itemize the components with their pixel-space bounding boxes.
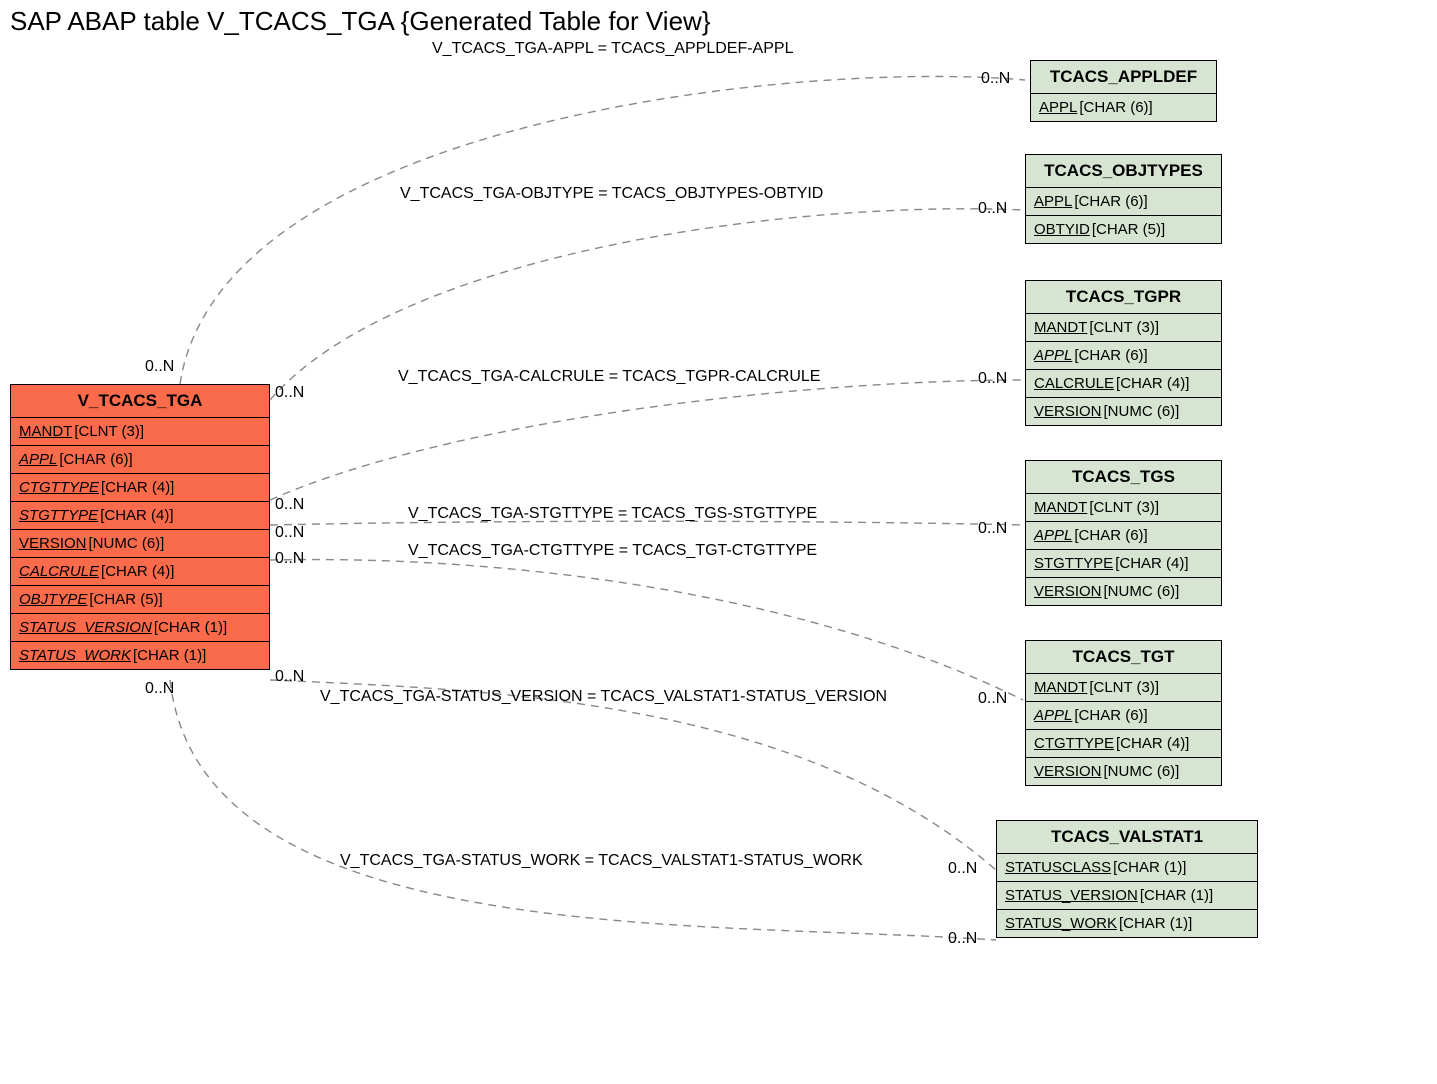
table-row: APPL[CHAR (6)] xyxy=(1026,342,1221,370)
table-row: VERSION[NUMC (6)] xyxy=(11,530,269,558)
cardinality-label: 0..N xyxy=(981,70,1010,88)
entity-tcacs-tgs: TCACS_TGS MANDT[CLNT (3)] APPL[CHAR (6)]… xyxy=(1025,460,1222,606)
table-row: STATUSCLASS[CHAR (1)] xyxy=(997,854,1257,882)
entity-tcacs-appldef: TCACS_APPLDEF APPL[CHAR (6)] xyxy=(1030,60,1217,122)
cardinality-label: 0..N xyxy=(275,668,304,686)
table-row: APPL[CHAR (6)] xyxy=(1026,702,1221,730)
cardinality-label: 0..N xyxy=(275,524,304,542)
table-row: STATUS_VERSION[CHAR (1)] xyxy=(997,882,1257,910)
cardinality-label: 0..N xyxy=(275,550,304,568)
table-row: STATUS_WORK[CHAR (1)] xyxy=(997,910,1257,937)
entity-tcacs-valstat1: TCACS_VALSTAT1 STATUSCLASS[CHAR (1)] STA… xyxy=(996,820,1258,938)
cardinality-label: 0..N xyxy=(948,930,977,948)
table-row: APPL[CHAR (6)] xyxy=(1026,522,1221,550)
table-row: MANDT[CLNT (3)] xyxy=(11,418,269,446)
table-row: OBJTYPE[CHAR (5)] xyxy=(11,586,269,614)
entity-tcacs-tgpr: TCACS_TGPR MANDT[CLNT (3)] APPL[CHAR (6)… xyxy=(1025,280,1222,426)
cardinality-label: 0..N xyxy=(145,358,174,376)
relation-label: V_TCACS_TGA-STATUS_WORK = TCACS_VALSTAT1… xyxy=(340,852,863,870)
relation-label: V_TCACS_TGA-OBJTYPE = TCACS_OBJTYPES-OBT… xyxy=(400,185,823,203)
table-row: STATUS_VERSION[CHAR (1)] xyxy=(11,614,269,642)
entity-tcacs-objtypes: TCACS_OBJTYPES APPL[CHAR (6)] OBTYID[CHA… xyxy=(1025,154,1222,244)
entity-header: V_TCACS_TGA xyxy=(11,385,269,418)
cardinality-label: 0..N xyxy=(275,384,304,402)
table-row: STATUS_WORK[CHAR (1)] xyxy=(11,642,269,669)
table-row: APPL[CHAR (6)] xyxy=(11,446,269,474)
cardinality-label: 0..N xyxy=(948,860,977,878)
relation-label: V_TCACS_TGA-CTGTTYPE = TCACS_TGT-CTGTTYP… xyxy=(408,542,817,560)
entity-header: TCACS_APPLDEF xyxy=(1031,61,1216,94)
entity-header: TCACS_TGPR xyxy=(1026,281,1221,314)
table-row: VERSION[NUMC (6)] xyxy=(1026,578,1221,605)
relation-label: V_TCACS_TGA-STGTTYPE = TCACS_TGS-STGTTYP… xyxy=(408,505,817,523)
table-row: MANDT[CLNT (3)] xyxy=(1026,494,1221,522)
table-row: STGTTYPE[CHAR (4)] xyxy=(1026,550,1221,578)
table-row: CTGTTYPE[CHAR (4)] xyxy=(11,474,269,502)
table-row: VERSION[NUMC (6)] xyxy=(1026,398,1221,425)
relation-label: V_TCACS_TGA-APPL = TCACS_APPLDEF-APPL xyxy=(432,40,793,58)
entity-header: TCACS_TGT xyxy=(1026,641,1221,674)
cardinality-label: 0..N xyxy=(145,680,174,698)
cardinality-label: 0..N xyxy=(978,370,1007,388)
table-row: MANDT[CLNT (3)] xyxy=(1026,314,1221,342)
entity-v-tcacs-tga: V_TCACS_TGA MANDT[CLNT (3)] APPL[CHAR (6… xyxy=(10,384,270,670)
entity-header: TCACS_VALSTAT1 xyxy=(997,821,1257,854)
table-row: VERSION[NUMC (6)] xyxy=(1026,758,1221,785)
entity-tcacs-tgt: TCACS_TGT MANDT[CLNT (3)] APPL[CHAR (6)]… xyxy=(1025,640,1222,786)
table-row: CTGTTYPE[CHAR (4)] xyxy=(1026,730,1221,758)
table-row: APPL[CHAR (6)] xyxy=(1031,94,1216,121)
table-row: MANDT[CLNT (3)] xyxy=(1026,674,1221,702)
table-row: CALCRULE[CHAR (4)] xyxy=(11,558,269,586)
entity-header: TCACS_OBJTYPES xyxy=(1026,155,1221,188)
cardinality-label: 0..N xyxy=(978,200,1007,218)
relation-label: V_TCACS_TGA-CALCRULE = TCACS_TGPR-CALCRU… xyxy=(398,368,820,386)
page-title: SAP ABAP table V_TCACS_TGA {Generated Ta… xyxy=(10,6,711,37)
table-row: STGTTYPE[CHAR (4)] xyxy=(11,502,269,530)
table-row: OBTYID[CHAR (5)] xyxy=(1026,216,1221,243)
table-row: APPL[CHAR (6)] xyxy=(1026,188,1221,216)
cardinality-label: 0..N xyxy=(275,496,304,514)
entity-header: TCACS_TGS xyxy=(1026,461,1221,494)
cardinality-label: 0..N xyxy=(978,690,1007,708)
cardinality-label: 0..N xyxy=(978,520,1007,538)
table-row: CALCRULE[CHAR (4)] xyxy=(1026,370,1221,398)
relation-label: V_TCACS_TGA-STATUS_VERSION = TCACS_VALST… xyxy=(320,688,887,706)
